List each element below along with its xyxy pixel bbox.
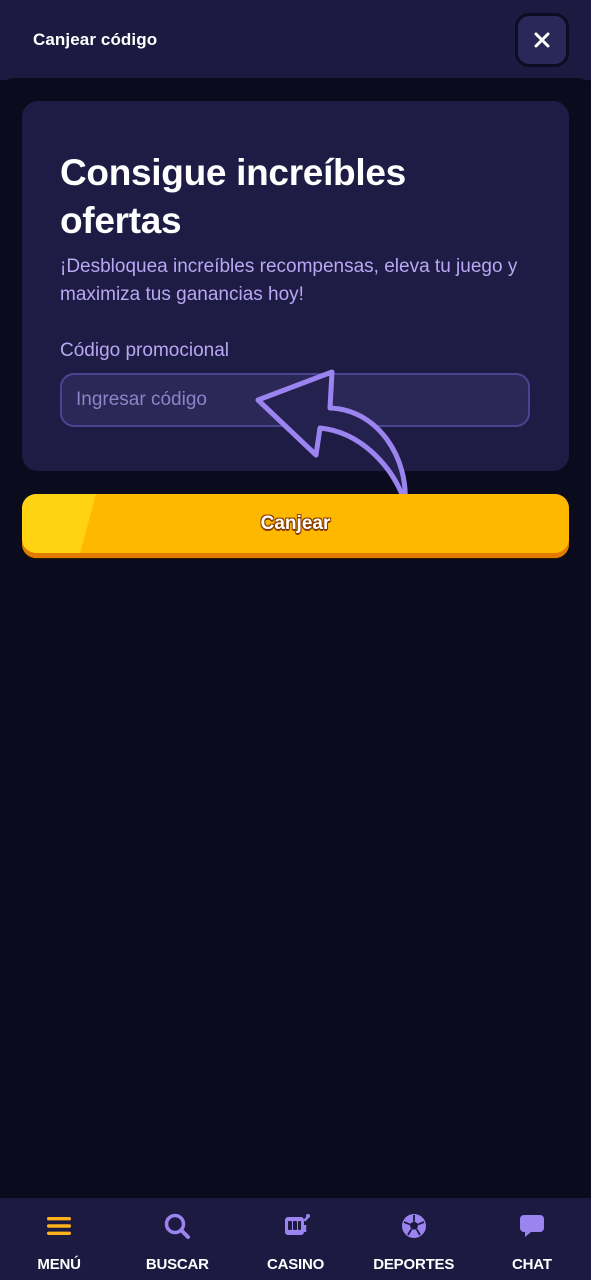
nav-item-menu[interactable]: MENÚ (0, 1198, 118, 1280)
nav-item-search[interactable]: BUSCAR (118, 1198, 236, 1280)
nav-label-sports: DEPORTES (373, 1256, 455, 1273)
slot-machine-icon (282, 1212, 310, 1240)
nav-item-sports[interactable]: DEPORTES (355, 1198, 473, 1280)
chat-icon (518, 1212, 546, 1240)
close-button[interactable] (515, 13, 569, 67)
bottom-nav: MENÚ BUSCAR CASINO DEPORTES CHAT (0, 1198, 591, 1280)
promo-card-subtitle: ¡Desbloquea increíbles recompensas, elev… (60, 256, 518, 305)
nav-label-menu: MENÚ (37, 1256, 81, 1273)
promo-code-input[interactable] (60, 373, 530, 427)
promo-card: Consigue increíbles ofertas ¡Desbloquea … (22, 101, 569, 471)
page-title: Canjear código (33, 30, 158, 49)
promo-card-title: Consigue increíbles ofertas (60, 152, 406, 241)
soccer-ball-icon (400, 1212, 428, 1240)
redeem-button-label: Canjear (260, 513, 331, 534)
promo-code-label: Código promocional (60, 340, 229, 361)
nav-label-chat: CHAT (512, 1256, 552, 1273)
close-icon (534, 32, 550, 48)
menu-icon (45, 1212, 73, 1240)
nav-item-casino[interactable]: CASINO (236, 1198, 354, 1280)
nav-item-chat[interactable]: CHAT (473, 1198, 591, 1280)
nav-label-search: BUSCAR (145, 1256, 209, 1273)
nav-label-casino: CASINO (266, 1256, 325, 1273)
redeem-button[interactable]: Canjear (22, 494, 569, 558)
search-icon (163, 1212, 191, 1240)
header-bar: Canjear código (0, 0, 591, 80)
redeem-code-screen: Canjear código Consigue increíbles ofert… (0, 0, 591, 1280)
